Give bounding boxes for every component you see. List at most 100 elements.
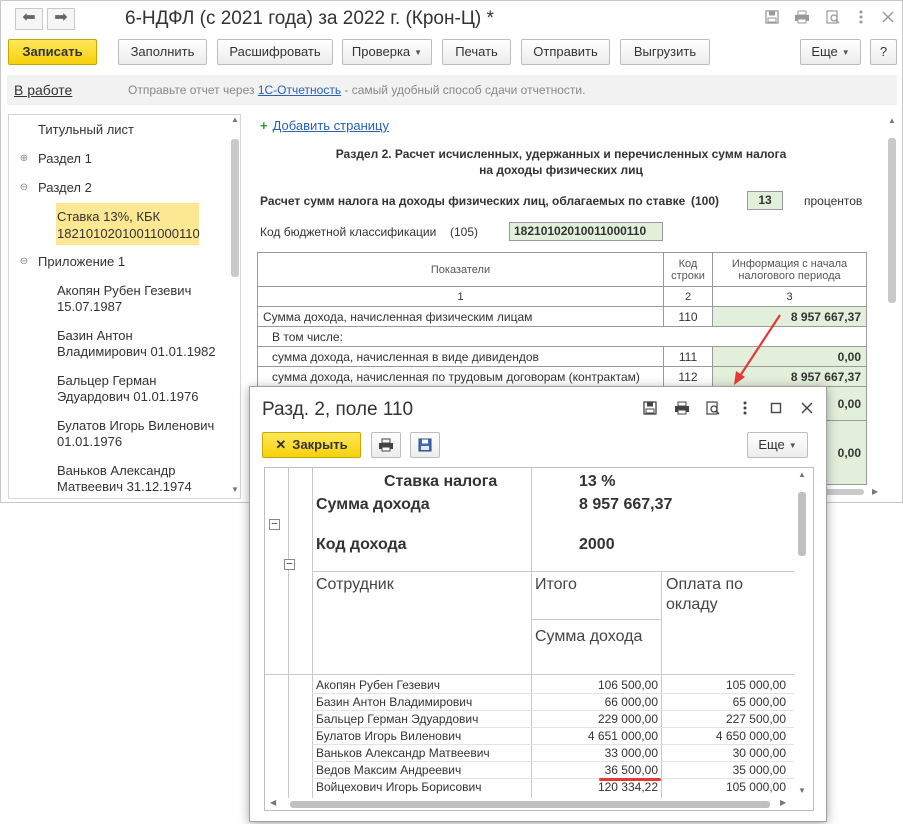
close-icon[interactable] (879, 10, 897, 26)
print-button[interactable] (371, 432, 401, 458)
table-row[interactable]: Ведов Максим Андреевич 36 500,00 35 000,00 (313, 762, 793, 779)
row-code: 112 (663, 366, 713, 387)
tree-item-title-sheet[interactable]: Титульный лист (38, 122, 134, 138)
scroll-up-icon[interactable]: ▲ (888, 116, 896, 125)
tree-scroll-thumb[interactable] (231, 139, 239, 277)
employee-name: Бальцер Герман Эдуардович (316, 712, 479, 726)
check-button[interactable]: Проверка ▼ (342, 39, 432, 65)
toolbar: Записать Заполнить Расшифровать Проверка… (1, 39, 902, 67)
save-button[interactable] (410, 432, 440, 458)
forward-button[interactable]: ➡ (47, 8, 75, 30)
tree-item-rate-line1: Ставка 13%, КБК (57, 209, 161, 224)
scroll-left-icon[interactable]: ◀ (270, 798, 276, 807)
employee-name: Ведов Максим Андреевич (316, 763, 462, 777)
rate-value-field[interactable]: 13 (747, 191, 783, 210)
header-indicators: Показатели (257, 252, 664, 287)
scroll-up-icon[interactable]: ▲ (798, 470, 806, 479)
tree-item-employee[interactable]: Акопян Рубен Гезевич 15.07.1987 (57, 283, 191, 315)
status-link[interactable]: В работе (14, 82, 72, 98)
employee-name: Ваньков Александр Матвеевич (316, 746, 490, 760)
employee-line2: Матвеевич 31.12.1974 (57, 479, 192, 494)
tree-item-employee[interactable]: Бальцер Герман Эдуардович 01.01.1976 (57, 373, 198, 405)
expand-icon[interactable]: ⊕ (19, 154, 29, 164)
more-button[interactable]: Еще ▼ (747, 432, 808, 458)
scroll-down-icon[interactable]: ▼ (231, 485, 239, 494)
tax-rate-value: 13 % (579, 473, 616, 490)
collapse-icon[interactable]: ⊖ (19, 183, 29, 193)
print-icon[interactable] (793, 10, 811, 26)
scroll-right-icon[interactable]: ▶ (780, 798, 786, 807)
send-button[interactable]: Отправить (521, 39, 610, 65)
collapse-icon[interactable]: ⊖ (19, 257, 29, 267)
salary-value: 105 000,00 (725, 780, 786, 794)
fill-button[interactable]: Заполнить (118, 39, 207, 65)
table-row[interactable]: Булатов Игорь Виленович 4 651 000,00 4 650… (313, 728, 793, 745)
employee-line1: Бальцер Герман (57, 373, 157, 388)
maximize-icon[interactable] (767, 401, 785, 417)
table-row[interactable]: Базин Антон Владимирович 66 000,00 65 000,… (313, 694, 793, 711)
save-button[interactable]: Записать (8, 39, 97, 65)
export-button[interactable]: Выгрузить (620, 39, 710, 65)
more-icon[interactable] (736, 401, 754, 417)
scroll-right-icon[interactable]: ▶ (872, 487, 878, 496)
save-icon[interactable] (763, 10, 781, 26)
tree-item-employee[interactable]: Базин Антон Владимирович 01.01.1982 (57, 328, 216, 360)
save-icon[interactable] (641, 401, 659, 417)
tree-item-section2[interactable]: Раздел 2 (38, 180, 92, 196)
more-button[interactable]: Еще ▼ (800, 39, 861, 65)
report-scroll-thumb[interactable] (888, 138, 896, 303)
more-icon[interactable] (852, 10, 870, 26)
tree-item-employee[interactable]: Булатов Игорь Виленович 01.01.1976 (57, 418, 214, 450)
preview-icon[interactable] (824, 10, 842, 26)
info-message: Отправьте отчет через 1С-Отчетность - са… (128, 83, 585, 97)
collapse-group-icon[interactable]: − (269, 519, 280, 530)
rate-unit: процентов (804, 194, 863, 208)
info-bar: В работе Отправьте отчет через 1С-Отчетн… (7, 75, 897, 105)
reporting-link[interactable]: 1С-Отчетность (258, 83, 341, 97)
check-button-label: Проверка (351, 44, 411, 59)
print-icon (379, 438, 393, 452)
arrow-left-icon: ⬅ (22, 9, 36, 26)
more-button-label: Еще (811, 44, 838, 59)
caret-down-icon: ▼ (788, 440, 797, 450)
table-row[interactable]: Бальцер Герман Эдуардович 229 000,00 227 5… (313, 711, 793, 728)
salary-value: 65 000,00 (732, 695, 786, 709)
help-button[interactable]: ? (870, 39, 897, 65)
total-value: 36 500,00 (604, 763, 658, 777)
salary-value: 30 000,00 (732, 746, 786, 760)
table-row[interactable]: Акопян Рубен Гезевич 106 500,00 105 000,00 (313, 677, 793, 694)
kbk-field-code: (105) (450, 225, 479, 239)
close-button[interactable]: ✕ Закрыть (262, 432, 361, 458)
table-row[interactable]: Ваньков Александр Матвеевич 33 000,00 30 0… (313, 745, 793, 762)
salary-value: 105 000,00 (725, 678, 786, 692)
add-page-link[interactable]: + Добавить страницу (260, 118, 389, 133)
tree-scrollbar[interactable]: ▲ ▼ (229, 115, 240, 498)
tree-item-section1[interactable]: Раздел 1 (38, 151, 92, 167)
employee-line1: Базин Антон (57, 328, 133, 343)
preview-icon[interactable] (704, 401, 722, 417)
close-icon[interactable] (798, 401, 816, 417)
employee-line1: Акопян Рубен Гезевич (57, 283, 192, 298)
kbk-value-field[interactable]: 18210102010011000110 (509, 222, 663, 241)
spreadsheet-hscroll-thumb[interactable] (290, 801, 770, 808)
report-scrollbar[interactable]: ▲ (886, 116, 898, 499)
scroll-down-icon[interactable]: ▼ (798, 786, 806, 795)
spreadsheet-scroll-thumb[interactable] (798, 492, 806, 556)
annotation-underline (599, 778, 661, 781)
print-icon[interactable] (673, 401, 691, 417)
scroll-up-icon[interactable]: ▲ (231, 115, 239, 124)
section-title-line2: на доходы физических лиц (479, 163, 643, 177)
decode-button[interactable]: Расшифровать (217, 39, 333, 65)
salary-value: 35 000,00 (732, 763, 786, 777)
spreadsheet-scrollbar[interactable]: ▲ ▼ (796, 468, 808, 810)
caret-down-icon: ▼ (414, 47, 423, 57)
rate-field-code: (100) (691, 194, 720, 208)
collapse-group-icon[interactable]: − (284, 559, 295, 570)
info-message-prefix: Отправьте отчет через (128, 83, 258, 97)
tree-item-employee[interactable]: Ваньков Александр Матвеевич 31.12.1974 (57, 463, 192, 495)
tree-item-appendix1[interactable]: Приложение 1 (38, 254, 125, 270)
print-button[interactable]: Печать (442, 39, 511, 65)
column-salary-line2: окладу (666, 596, 718, 613)
table-row[interactable]: Войцехович Игорь Борисович 120 334,22 105 … (313, 779, 793, 796)
back-button[interactable]: ⬅ (15, 8, 43, 30)
